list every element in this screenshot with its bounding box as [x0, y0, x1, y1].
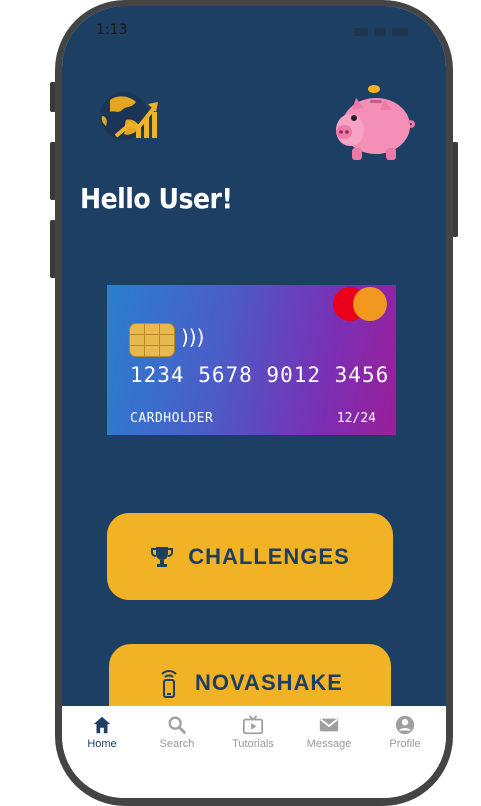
credit-card[interactable]: ))) 1234 5678 9012 3456 CARDHOLDER 12/24 [107, 285, 396, 435]
globe-growth-chart-icon [100, 92, 158, 140]
tab-search[interactable]: Search [147, 714, 207, 750]
status-time: 1:13 [96, 22, 128, 38]
card-expiry: 12/24 [336, 411, 376, 426]
tab-label-message: Message [306, 738, 352, 750]
greeting-title: Hello User! [80, 182, 233, 215]
tab-home[interactable]: Home [72, 714, 132, 750]
tab-message[interactable]: Message [299, 714, 359, 750]
user-icon [395, 715, 415, 735]
signal-icon [354, 28, 368, 36]
battery-icon [392, 28, 408, 36]
status-icons [354, 28, 408, 36]
challenges-label: CHALLENGES [188, 543, 350, 569]
tab-label-home: Home [87, 738, 117, 750]
tab-label-search: Search [159, 738, 195, 750]
piggy-bank-icon [336, 85, 415, 160]
bottom-tab-bar: Home Search Tutorials Message Profile [62, 706, 446, 798]
video-icon [242, 715, 264, 735]
search-icon [168, 716, 187, 735]
wifi-icon [374, 28, 386, 36]
mail-icon [319, 718, 339, 732]
novashake-label: NOVASHAKE [195, 670, 343, 695]
phone-screen: 1:13 Hello User!))) 1234 5678 9012 3456… [62, 6, 446, 798]
phone-vibrate-icon [161, 670, 177, 698]
contactless-icon: ))) [181, 325, 205, 349]
home-screen: 1:13 Hello User!))) 1234 5678 9012 3456… [62, 6, 446, 731]
challenges-button[interactable]: CHALLENGES [107, 513, 393, 600]
home-icon [93, 716, 111, 734]
tab-profile[interactable]: Profile [375, 714, 435, 750]
tab-tutorials[interactable]: Tutorials [223, 714, 283, 750]
chip-icon [129, 323, 175, 357]
card-holder: CARDHOLDER [130, 411, 214, 426]
mastercard-logo-yellow [353, 287, 387, 321]
card-number: 1234 5678 9012 3456 [130, 363, 390, 387]
trophy-icon [151, 546, 174, 567]
tab-label-tutorials: Tutorials [232, 738, 274, 750]
tab-label-profile: Profile [389, 738, 421, 750]
